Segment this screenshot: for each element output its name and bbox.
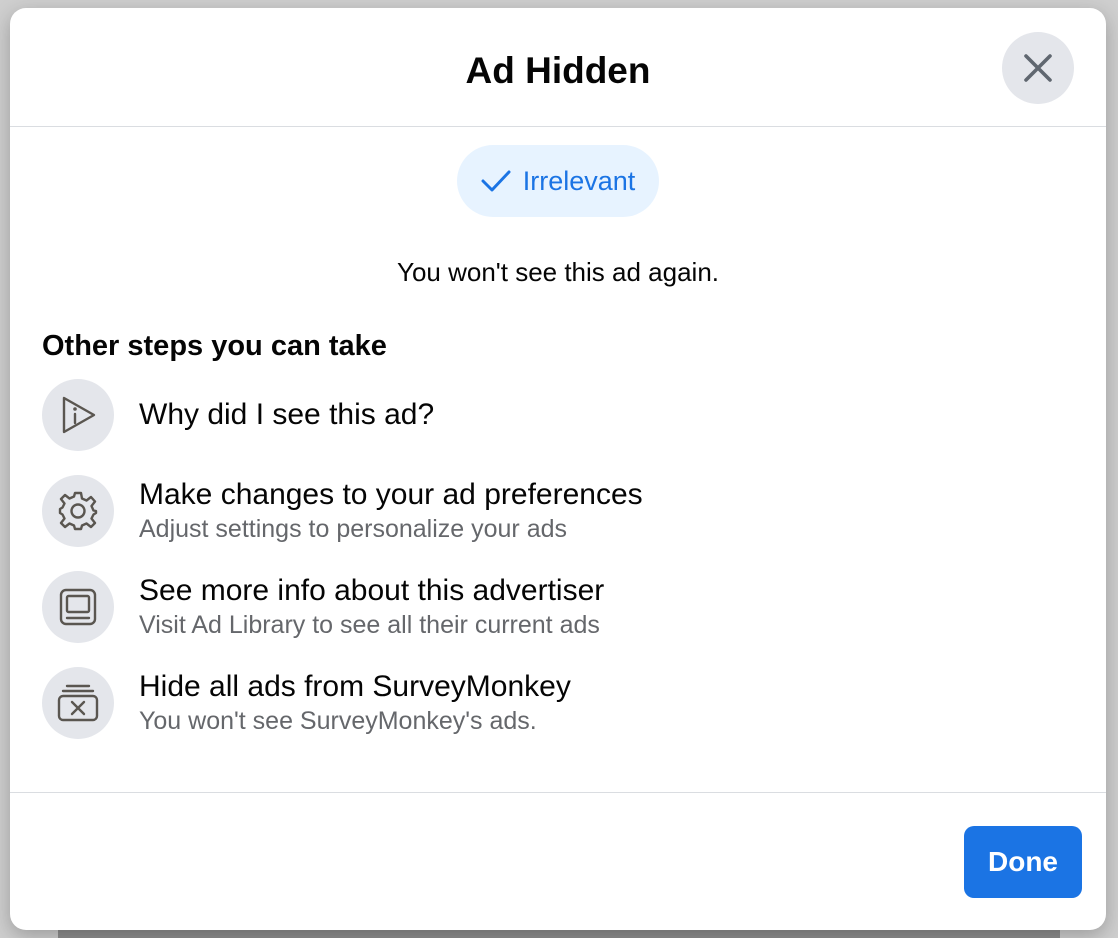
dialog-title: Ad Hidden xyxy=(465,50,651,91)
step-title: Why did I see this ad? xyxy=(139,398,435,431)
dialog-header: Ad Hidden xyxy=(10,8,1106,127)
hidden-notice: You won't see this ad again. xyxy=(396,257,720,287)
step-subtitle: You won't see SurveyMonkey's ads. xyxy=(139,707,537,735)
reason-chip-irrelevant[interactable]: Irrelevant xyxy=(456,145,660,217)
step-title: Make changes to your ad preferences xyxy=(139,478,643,511)
step-title: See more info about this advertiser xyxy=(139,574,605,607)
checkmark-icon xyxy=(481,170,511,192)
step-advertiser-info[interactable]: See more info about this advertiser Visi… xyxy=(42,571,1106,643)
step-why-see-ad[interactable]: Why did I see this ad? xyxy=(42,379,1106,451)
done-button[interactable]: Done xyxy=(964,826,1082,898)
gear-icon xyxy=(58,491,98,531)
steps-heading: Other steps you can take xyxy=(42,330,387,362)
dialog-footer: Done xyxy=(10,792,1106,930)
close-button[interactable] xyxy=(1002,32,1074,104)
step-ad-preferences[interactable]: Make changes to your ad preferences Adju… xyxy=(42,475,1106,547)
close-icon xyxy=(1024,54,1052,82)
ad-info-icon xyxy=(62,396,96,434)
ad-library-icon xyxy=(59,588,97,626)
reason-chip-label: Irrelevant xyxy=(522,165,636,196)
step-subtitle: Adjust settings to personalize your ads xyxy=(139,515,568,543)
step-title: Hide all ads from SurveyMonkey xyxy=(139,670,571,703)
ad-hidden-dialog: Ad Hidden Irrelevant You won't see this … xyxy=(10,8,1106,930)
step-hide-advertiser-ads[interactable]: Hide all ads from SurveyMonkey You won't… xyxy=(42,667,1106,739)
hide-ads-icon xyxy=(57,684,99,722)
step-subtitle: Visit Ad Library to see all their curren… xyxy=(139,611,600,639)
